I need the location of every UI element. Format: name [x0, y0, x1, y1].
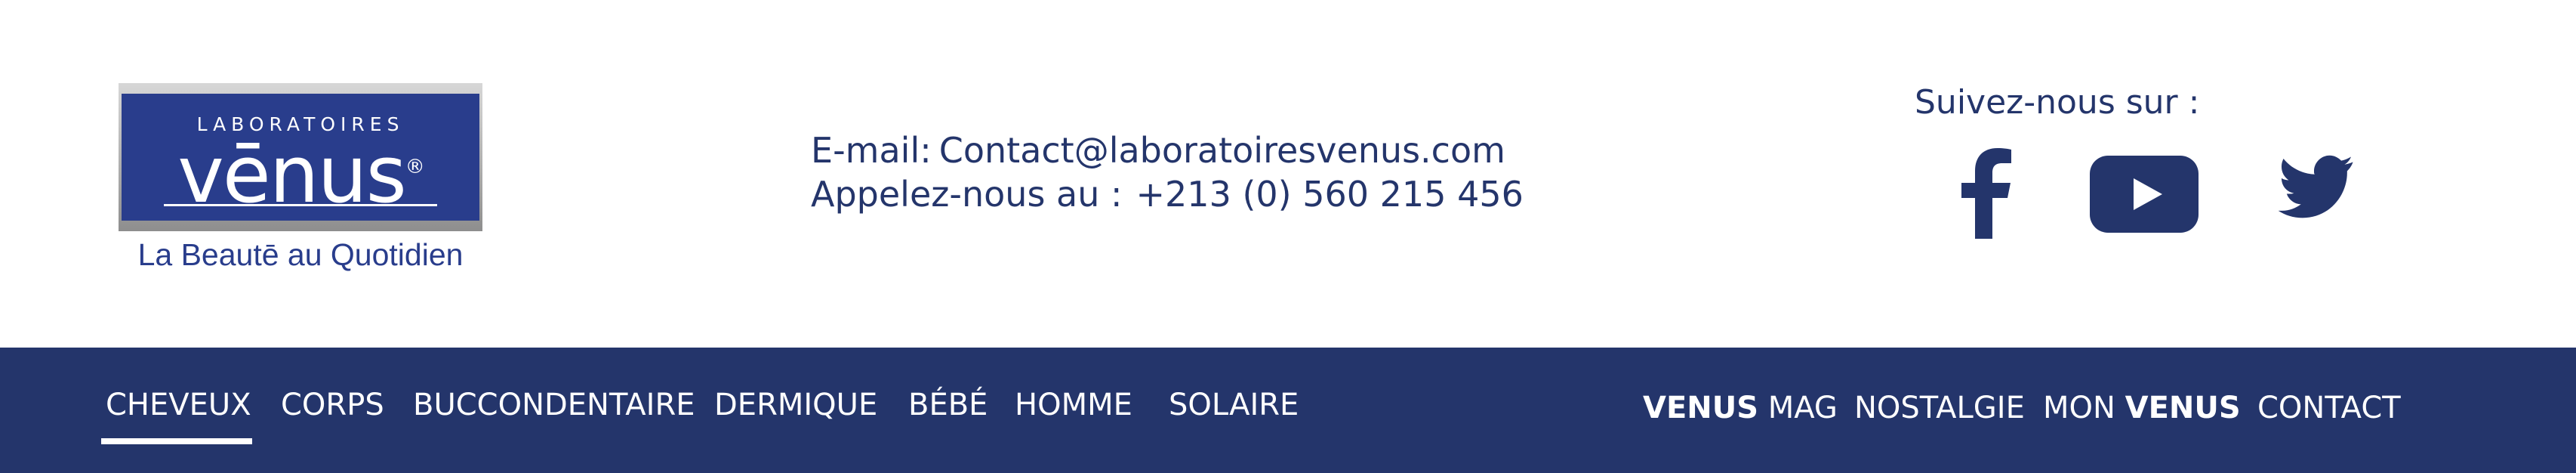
venus-mag-bold: VENUS — [1643, 391, 1759, 425]
logo-underline — [164, 204, 437, 206]
nav-item-dermique[interactable]: DERMIQUE — [714, 382, 877, 428]
nav-item-mon-venus[interactable]: MON VENUS — [2043, 385, 2241, 431]
mon-venus-rest: MON — [2043, 391, 2125, 425]
nav-item-corps[interactable]: CORPS — [281, 382, 384, 428]
facebook-icon[interactable] — [1955, 148, 2016, 239]
logo-tagline: La Beautē au Quotidien — [137, 237, 464, 272]
venus-mag-rest: MAG — [1758, 391, 1838, 425]
nav-item-nostalgie[interactable]: NOSTALGIE — [1854, 385, 2025, 431]
logo-brand-text: vēnus — [177, 128, 407, 221]
logo-frame: LABORATOIRES vēnus® — [119, 83, 482, 231]
nav-item-cheveux[interactable]: CHEVEUX — [106, 382, 251, 428]
venus-logo[interactable]: LABORATOIRES vēnus® La Beautē au Quotidi… — [119, 83, 482, 276]
social-label: Suivez-nous sur : — [1915, 83, 2200, 122]
email-link[interactable]: Contact@laboratoiresvenus.com — [939, 130, 1505, 171]
phone-number[interactable]: +213 (0) 560 215 456 — [1136, 174, 1524, 215]
nav-item-contact[interactable]: CONTACT — [2257, 385, 2401, 431]
registered-mark: ® — [405, 156, 425, 178]
mon-venus-bold: VENUS — [2125, 391, 2241, 425]
nav-item-solaire[interactable]: SOLAIRE — [1169, 382, 1299, 428]
email-line: E-mail: Contact@laboratoiresvenus.com — [811, 128, 1505, 172]
nav-item-venus-mag[interactable]: VENUS MAG — [1643, 385, 1838, 431]
phone-line: Appelez-nous au : +213 (0) 560 215 456 — [811, 172, 1524, 216]
twitter-icon[interactable] — [2276, 148, 2359, 239]
phone-label: Appelez-nous au : — [811, 174, 1123, 215]
logo-panel: LABORATOIRES vēnus® — [122, 94, 479, 221]
main-navigation: CHEVEUX CORPS BUCCONDENTAIRE DERMIQUE BÉ… — [0, 348, 2576, 473]
email-label: E-mail: — [811, 130, 932, 171]
header-top: LABORATOIRES vēnus® La Beautē au Quotidi… — [0, 0, 2576, 348]
youtube-icon[interactable] — [2084, 148, 2205, 239]
nav-item-bebe[interactable]: BÉBÉ — [908, 382, 988, 428]
nav-item-buccondentaire[interactable]: BUCCONDENTAIRE — [413, 382, 695, 428]
nav-item-homme[interactable]: HOMME — [1015, 382, 1132, 428]
logo-brand-wordmark: vēnus® — [122, 125, 479, 216]
contact-info: E-mail: Contact@laboratoiresvenus.com App… — [811, 128, 1524, 216]
active-tab-indicator — [101, 438, 252, 444]
